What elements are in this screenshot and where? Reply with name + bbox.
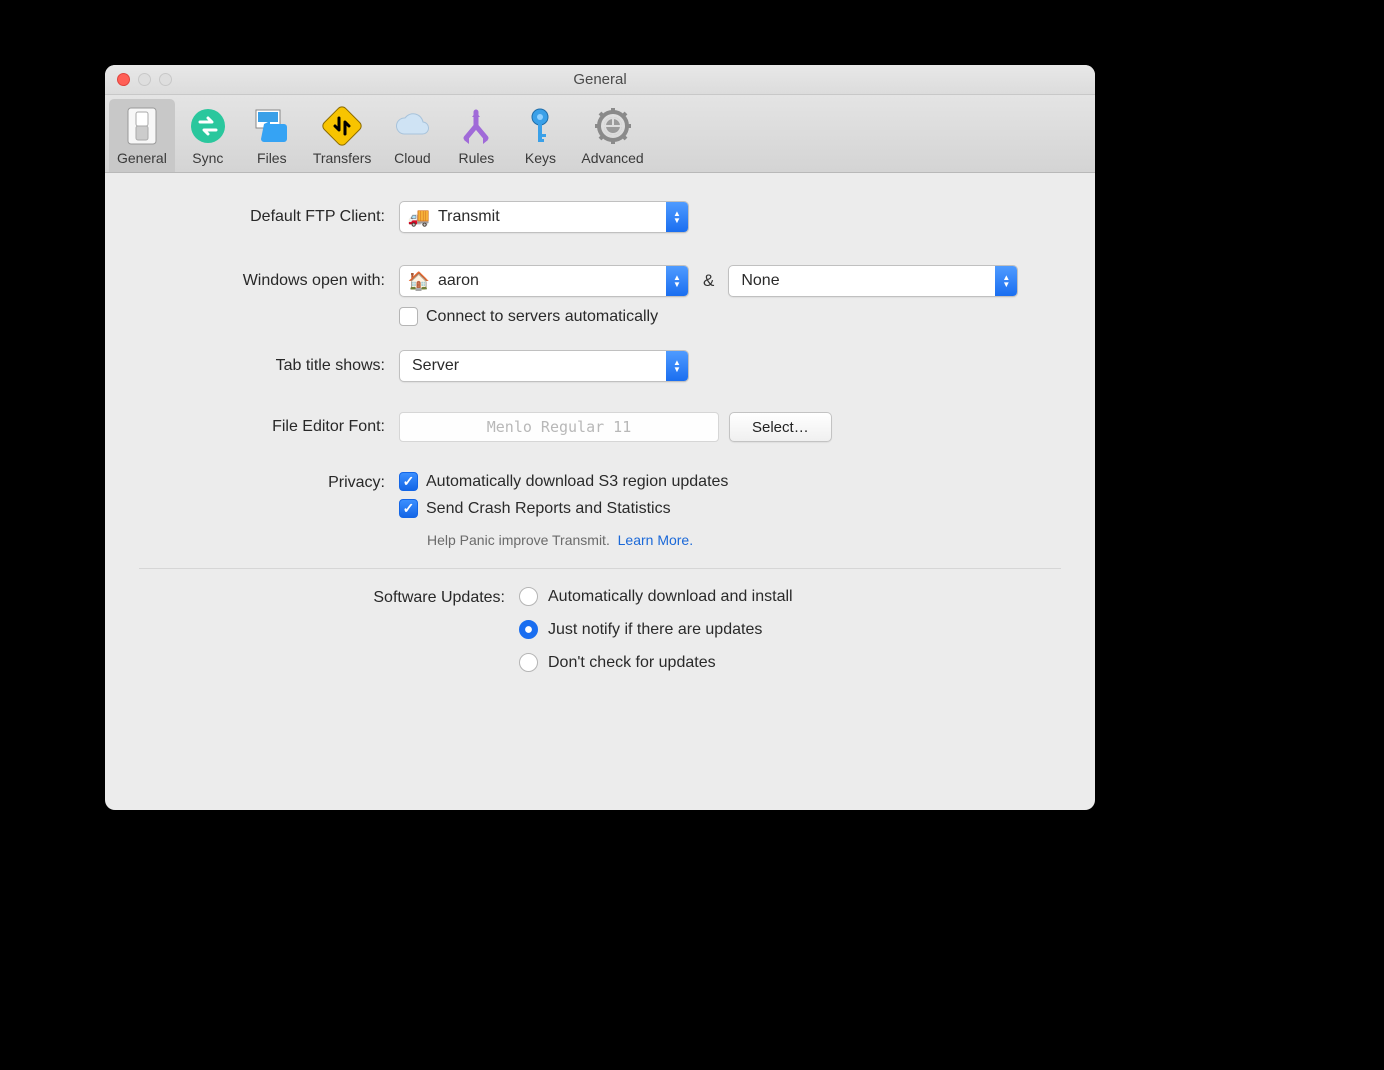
preferences-window: General General Sync Files Transfers	[105, 65, 1095, 810]
ftp-client-value: Transmit	[432, 208, 666, 226]
privacy-s3-label: Automatically download S3 region updates	[426, 473, 728, 491]
sync-icon	[185, 103, 231, 149]
close-button[interactable]	[117, 73, 130, 86]
font-display: Menlo Regular 11	[399, 412, 719, 442]
toolbar-general[interactable]: General	[109, 99, 175, 172]
font-label: File Editor Font:	[139, 418, 399, 436]
files-icon	[249, 103, 295, 149]
windows-open-value1: aaron	[432, 272, 666, 290]
keys-icon	[517, 103, 563, 149]
toolbar-label: Keys	[525, 150, 556, 166]
learn-more-link[interactable]: Learn More.	[618, 532, 693, 548]
radio-icon	[519, 653, 538, 672]
radio-checked-icon	[519, 620, 538, 639]
updates-notify-label: Just notify if there are updates	[548, 621, 762, 639]
toolbar-cloud[interactable]: Cloud	[381, 99, 443, 172]
titlebar: General	[105, 65, 1095, 95]
general-icon	[119, 103, 165, 149]
toolbar-advanced[interactable]: Advanced	[573, 99, 651, 172]
rules-icon	[453, 103, 499, 149]
cloud-icon	[389, 103, 435, 149]
select-font-button[interactable]: Select…	[729, 412, 832, 442]
toolbar-files[interactable]: Files	[241, 99, 303, 172]
updates-auto-radio[interactable]: Automatically download and install	[519, 587, 793, 606]
radio-icon	[519, 587, 538, 606]
checkbox-icon	[399, 307, 418, 326]
traffic-lights	[117, 73, 172, 86]
privacy-crash-checkbox[interactable]: ✓ Send Crash Reports and Statistics	[399, 499, 671, 518]
windows-open-label: Windows open with:	[139, 272, 399, 290]
connect-automatically-checkbox[interactable]: Connect to servers automatically	[399, 307, 658, 326]
toolbar-transfers[interactable]: Transfers	[305, 99, 380, 172]
popup-arrows-icon: ▲▼	[666, 202, 688, 232]
ftp-client-popup[interactable]: 🚚 Transmit ▲▼	[399, 201, 689, 233]
zoom-button[interactable]	[159, 73, 172, 86]
separator	[139, 568, 1061, 569]
tab-title-popup[interactable]: Server ▲▼	[399, 350, 689, 382]
windows-open-value2: None	[729, 272, 995, 290]
minimize-button[interactable]	[138, 73, 151, 86]
toolbar-label: Advanced	[581, 150, 643, 166]
updates-notify-radio[interactable]: Just notify if there are updates	[519, 620, 762, 639]
privacy-crash-label: Send Crash Reports and Statistics	[426, 500, 671, 518]
ftp-client-label: Default FTP Client:	[139, 208, 399, 226]
connect-automatically-label: Connect to servers automatically	[426, 308, 658, 326]
font-value: Menlo Regular 11	[487, 418, 632, 436]
tab-title-value: Server	[400, 357, 666, 375]
toolbar-label: Cloud	[394, 150, 431, 166]
preferences-toolbar: General Sync Files Transfers Cloud	[105, 95, 1095, 173]
toolbar-label: General	[117, 150, 167, 166]
toolbar-keys[interactable]: Keys	[509, 99, 571, 172]
toolbar-label: Files	[257, 150, 287, 166]
toolbar-label: Transfers	[313, 150, 372, 166]
advanced-icon	[590, 103, 636, 149]
toolbar-rules[interactable]: Rules	[445, 99, 507, 172]
tab-title-label: Tab title shows:	[139, 357, 399, 375]
windows-open-popup-2[interactable]: None ▲▼	[728, 265, 1018, 297]
updates-nocheck-radio[interactable]: Don't check for updates	[519, 653, 716, 672]
checkbox-checked-icon: ✓	[399, 499, 418, 518]
privacy-label: Privacy:	[139, 472, 399, 492]
updates-auto-label: Automatically download and install	[548, 588, 793, 606]
content-pane: Default FTP Client: 🚚 Transmit ▲▼ Window…	[105, 173, 1095, 810]
popup-arrows-icon: ▲▼	[995, 266, 1017, 296]
toolbar-sync[interactable]: Sync	[177, 99, 239, 172]
transfers-icon	[319, 103, 365, 149]
window-title: General	[573, 71, 626, 88]
privacy-help-text: Help Panic improve Transmit. Learn More.	[427, 532, 693, 548]
popup-arrows-icon: ▲▼	[666, 266, 688, 296]
truck-icon: 🚚	[406, 207, 432, 228]
home-icon: 🏠	[406, 271, 432, 292]
toolbar-label: Sync	[192, 150, 223, 166]
toolbar-label: Rules	[459, 150, 495, 166]
windows-open-popup-1[interactable]: 🏠 aaron ▲▼	[399, 265, 689, 297]
ampersand-label: &	[699, 271, 718, 291]
updates-label: Software Updates:	[139, 587, 519, 607]
privacy-s3-checkbox[interactable]: ✓ Automatically download S3 region updat…	[399, 472, 728, 491]
checkbox-checked-icon: ✓	[399, 472, 418, 491]
popup-arrows-icon: ▲▼	[666, 351, 688, 381]
updates-nocheck-label: Don't check for updates	[548, 654, 716, 672]
